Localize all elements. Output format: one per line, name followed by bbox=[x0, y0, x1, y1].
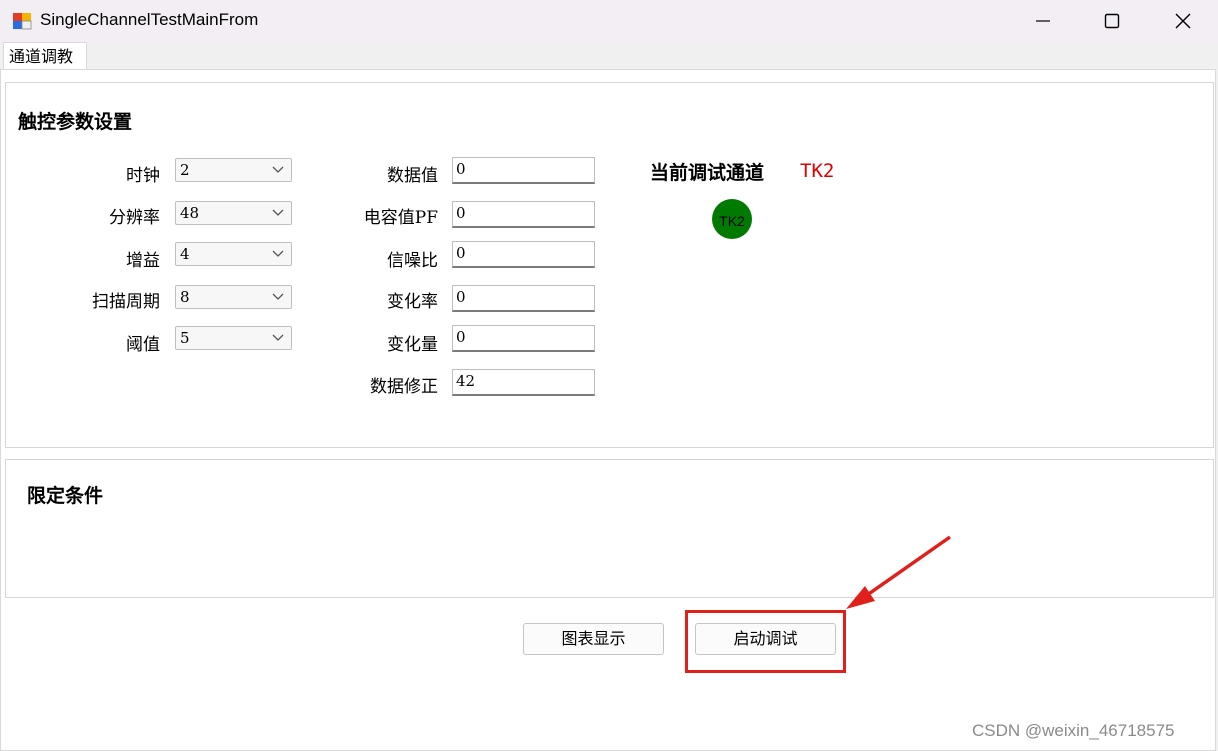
change-rate-field[interactable]: 0 bbox=[452, 285, 595, 312]
window-title: SingleChannelTestMainFrom bbox=[40, 10, 259, 29]
chevron-down-icon bbox=[272, 293, 284, 300]
chevron-down-icon bbox=[272, 209, 284, 216]
gain-label: 增益 bbox=[126, 251, 160, 271]
chart-display-button[interactable]: 图表显示 bbox=[523, 623, 664, 655]
chevron-down-icon bbox=[272, 334, 284, 341]
limits-title: 限定条件 bbox=[27, 485, 104, 507]
title-bar: SingleChannelTestMainFrom bbox=[0, 0, 1218, 42]
maximize-button[interactable] bbox=[1077, 0, 1147, 42]
scan-period-value: 8 bbox=[180, 288, 190, 306]
capacitance-field[interactable]: 0 bbox=[452, 201, 595, 228]
change-rate-label: 变化率 bbox=[387, 292, 438, 312]
change-amount-label: 变化量 bbox=[387, 335, 438, 355]
minimize-button[interactable] bbox=[1008, 0, 1078, 42]
change-amount-field[interactable]: 0 bbox=[452, 325, 595, 352]
resolution-label: 分辨率 bbox=[109, 208, 160, 228]
watermark: CSDN @weixin_46718575 bbox=[972, 721, 1175, 740]
resolution-combo[interactable]: 48 bbox=[175, 201, 292, 225]
maximize-icon bbox=[1104, 13, 1120, 29]
minimize-icon bbox=[1036, 20, 1050, 22]
close-icon bbox=[1175, 13, 1191, 29]
capacitance-label: 电容值PF bbox=[363, 208, 438, 228]
annotation-highlight-box bbox=[685, 610, 846, 673]
gain-value: 4 bbox=[180, 245, 190, 263]
clock-label: 时钟 bbox=[126, 166, 160, 186]
channel-indicator: TK2 bbox=[712, 199, 752, 239]
app-icon bbox=[13, 13, 32, 30]
data-correction-field[interactable]: 42 bbox=[452, 369, 595, 396]
current-channel-label: 当前调试通道 bbox=[650, 162, 765, 184]
clock-value: 2 bbox=[180, 161, 190, 179]
data-correction-label: 数据修正 bbox=[370, 377, 438, 397]
scan-period-combo[interactable]: 8 bbox=[175, 285, 292, 309]
touch-params-title: 触控参数设置 bbox=[18, 111, 133, 133]
chevron-down-icon bbox=[272, 166, 284, 173]
limits-group bbox=[5, 459, 1214, 598]
close-button[interactable] bbox=[1148, 0, 1218, 42]
current-channel-value: TK2 bbox=[800, 160, 835, 182]
tab-channel-tuning[interactable]: 通道调教 bbox=[3, 42, 87, 69]
data-value-label: 数据值 bbox=[387, 166, 438, 186]
snr-label: 信噪比 bbox=[387, 251, 438, 271]
scan-period-label: 扫描周期 bbox=[92, 292, 160, 312]
threshold-label: 阈值 bbox=[126, 335, 160, 355]
data-value-field[interactable]: 0 bbox=[452, 157, 595, 184]
snr-field[interactable]: 0 bbox=[452, 241, 595, 268]
chevron-down-icon bbox=[272, 250, 284, 257]
gain-combo[interactable]: 4 bbox=[175, 242, 292, 266]
resolution-value: 48 bbox=[180, 204, 200, 222]
threshold-value: 5 bbox=[180, 329, 190, 347]
tab-strip: 通道调教 bbox=[0, 42, 1218, 70]
threshold-combo[interactable]: 5 bbox=[175, 326, 292, 350]
clock-combo[interactable]: 2 bbox=[175, 158, 292, 182]
